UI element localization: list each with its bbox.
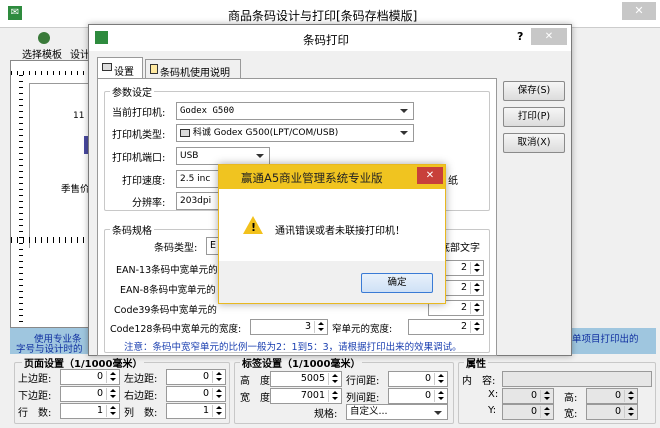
main-toolbar: 选择模板 设计 [10,30,90,61]
info-text-left2: 字号与设计时的 [16,344,83,355]
right-margin-input[interactable]: 0 [166,386,226,402]
ruler-left [11,75,23,327]
row-gap-label: 行间距: [346,376,380,387]
label-area [29,83,93,248]
ean13-label: EAN-13条码中宽单元的 [116,265,218,276]
page-setup-title: 页面设置（1/1000毫米） [22,355,145,370]
h-label: 高: [564,393,578,404]
canvas-text-11: 11 [73,111,85,121]
tab-settings[interactable]: 设置 [97,57,143,79]
design-canvas[interactable]: 11 季售价 [10,60,93,328]
code128-input[interactable]: 3 [250,319,328,335]
content-input[interactable] [502,371,652,387]
ratio-note: 注意：条码中宽窄单元的比例一般为2：1到5：3，请根据打印出来的效果调试。 [124,342,462,353]
left-margin-label: 左边距: [124,374,158,385]
code128-label: Code128条码中宽单元的宽度: [110,324,242,335]
info-text-right: 单项目打印出的 [572,334,639,345]
select-template-button[interactable]: 选择模板 [22,46,62,61]
right-panel [568,48,660,328]
x-input[interactable]: 0 [502,388,554,404]
width-label: 宽 度: [240,393,274,404]
narrow-input[interactable]: 2 [408,319,484,335]
main-title: 商品条码设计与打印[条码存档模版] [228,9,418,23]
content-label: 内 容: [462,376,496,387]
barcode-type-label: 条码类型: [154,243,198,254]
height-input[interactable]: 5005 [270,371,342,387]
help-button[interactable]: ? [517,30,523,43]
paper-text-fragment: 纸 [448,176,458,187]
ruler-bottom [11,237,93,243]
w-label: 宽: [564,409,578,420]
printer-tab-icon [102,63,112,71]
dialog-close-button[interactable]: ✕ [531,28,567,45]
property-title: 属性 [464,355,488,370]
rows-label: 行 数: [18,408,52,419]
params-group-title: 参数设定 [110,84,154,99]
ok-button[interactable]: 确定 [361,273,433,293]
label-setup-title: 标签设置（1/1000毫米） [240,355,363,370]
dialog-title: 条码打印 [303,33,349,47]
y-label: Y: [488,405,497,416]
rows-input[interactable]: 1 [60,403,120,419]
spec-label: 规格: [314,409,338,420]
cols-label: 列 数: [124,408,158,419]
speed-label: 打印速度: [122,176,166,187]
printer-type-select[interactable]: 科诚 Godex G500(LPT/COM/USB) [176,124,414,142]
ruler-top [11,61,93,75]
width-input[interactable]: 7001 [270,388,342,404]
alert-close-button[interactable]: ✕ [417,167,443,184]
alert-dialog: 赢通A5商业管理系统专业版 ✕ ! 通讯错误或者未联接打印机！ 确定 [218,164,446,304]
alert-title: 赢通A5商业管理系统专业版 [241,171,383,185]
bottom-margin-label: 下边距: [18,391,52,402]
printer-select[interactable]: Godex G500 [176,102,414,120]
cols-input[interactable]: 1 [166,403,226,419]
alert-message: 通讯错误或者未联接打印机！ [275,226,405,237]
dialog-titlebar: 条码打印 ? ✕ [89,25,571,51]
ean8-label: EAN-8条码中宽单元的 [120,285,216,296]
print-button[interactable]: 打印(P) [503,107,565,127]
printer-label: 当前打印机: [112,108,166,119]
printer-type-icon [180,128,190,137]
printer-type-label: 打印机类型: [112,130,166,141]
top-margin-input[interactable]: 0 [60,369,120,385]
narrow-label: 窄单元的宽度: [332,324,393,335]
port-select[interactable]: USB [176,147,270,165]
alert-titlebar: 赢通A5商业管理系统专业版 ✕ [219,165,445,189]
tab-settings-label: 设置 [114,67,134,78]
height-label: 高 度: [240,376,274,387]
left-margin-input[interactable]: 0 [166,369,226,385]
col-gap-input[interactable]: 0 [388,388,448,404]
bottom-margin-input[interactable]: 0 [60,386,120,402]
app-icon: ✉ [8,6,22,20]
canvas-text-price: 季售价 [61,184,90,195]
spec-select[interactable]: 自定义... [346,404,448,420]
w-input[interactable]: 0 [586,404,638,420]
dpi-label: 分辨率: [132,198,166,209]
select-template-icon [38,32,50,44]
port-label: 打印机端口: [112,153,166,164]
tab-manual[interactable]: 条码机使用说明 [145,59,241,79]
design-button[interactable]: 设计 [70,46,90,61]
y-input[interactable]: 0 [502,404,554,420]
h-input[interactable]: 0 [586,388,638,404]
code39-label: Code39条码中宽单元的 [114,305,217,316]
tab-manual-label: 条码机使用说明 [160,68,230,79]
bottom-text-fragment: 底部文字 [440,243,480,254]
spec-group-title: 条码规格 [110,222,154,237]
col-gap-label: 列间距: [346,393,380,404]
cancel-button[interactable]: 取消(X) [503,133,565,153]
dialog-icon [95,31,108,44]
book-tab-icon [150,64,158,74]
top-margin-label: 上边距: [18,374,52,385]
main-close-button[interactable]: ✕ [622,2,656,20]
x-label: X: [488,389,499,400]
right-margin-label: 右边距: [124,391,158,402]
warning-icon-mark: ! [251,221,257,234]
save-button[interactable]: 保存(S) [503,81,565,101]
row-gap-input[interactable]: 0 [388,371,448,387]
